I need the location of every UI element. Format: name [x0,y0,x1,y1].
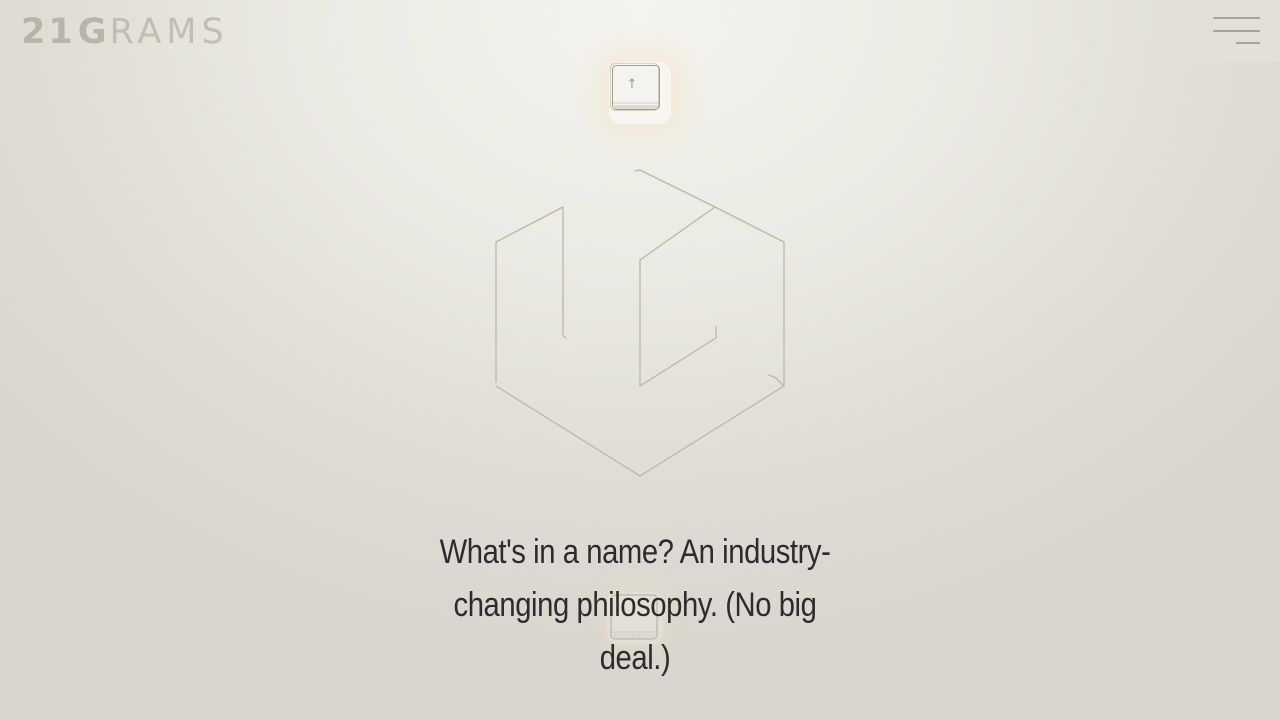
logo-number: 21 [21,12,76,52]
logo-letter-g: G [77,12,110,52]
scroll-up-key-button[interactable]: ↑ [609,62,671,124]
arrow-up-glyph: ↑ [627,77,638,92]
hero-tagline: What's in a name? An industry-changing p… [439,533,831,677]
logo-wordmark: RAMS [109,12,229,52]
menu-button[interactable] [1210,14,1262,48]
arrow-up-key-icon: ↑ [610,63,660,111]
cube-outline-icon [495,169,785,477]
brand-logo[interactable]: 21 G RAMS [21,12,229,52]
